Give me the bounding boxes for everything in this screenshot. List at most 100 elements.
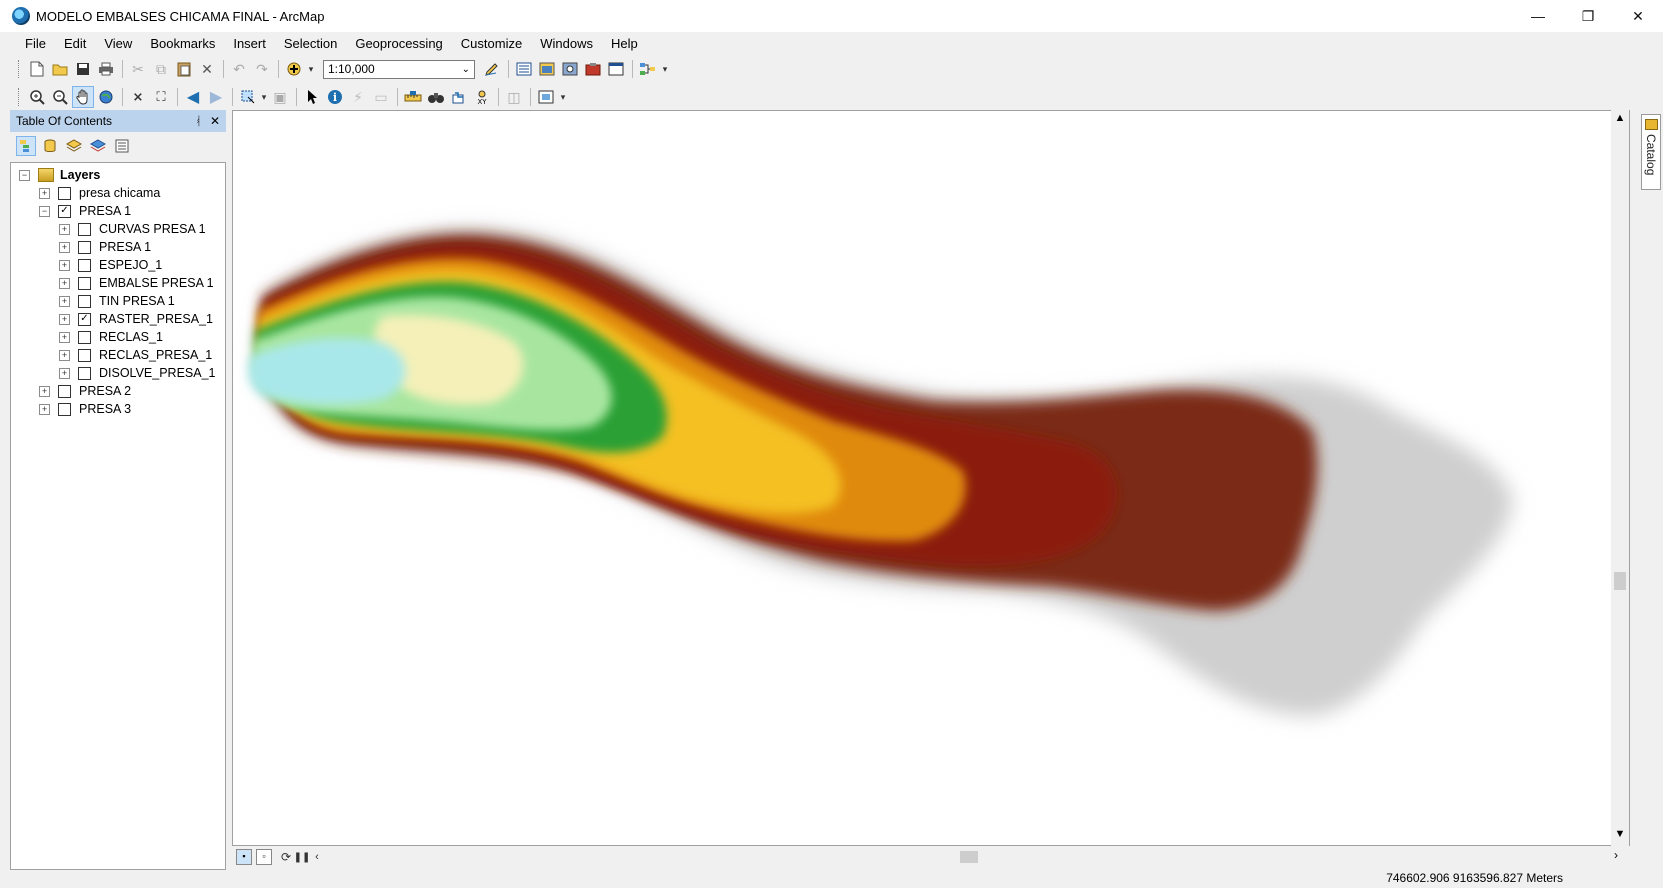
expand-toggle-icon[interactable]: +: [59, 349, 70, 361]
create-viewer-window-icon[interactable]: [535, 86, 557, 108]
redo-icon[interactable]: ↷: [251, 58, 273, 80]
collapse-toggle-icon[interactable]: −: [39, 205, 50, 217]
scroll-left-icon[interactable]: ‹: [310, 846, 324, 868]
pause-drawing-icon[interactable]: ❚❚: [294, 846, 311, 868]
layer-presa-chicama[interactable]: + presa chicama: [39, 184, 160, 202]
toc-options-icon[interactable]: [112, 136, 132, 156]
menu-help[interactable]: Help: [602, 36, 647, 51]
find-binoculars-icon[interactable]: [425, 86, 447, 108]
toolbar-overflow-icon[interactable]: ▾: [660, 58, 670, 80]
toolbar-overflow-icon[interactable]: ▾: [558, 86, 568, 108]
expand-toggle-icon[interactable]: +: [59, 259, 70, 271]
menu-windows[interactable]: Windows: [531, 36, 602, 51]
catalog-window-icon[interactable]: [536, 58, 558, 80]
expand-toggle-icon[interactable]: +: [59, 313, 70, 325]
layout-view-icon[interactable]: ▫: [256, 849, 272, 865]
menu-customize[interactable]: Customize: [452, 36, 531, 51]
hyperlink-icon[interactable]: ⚡: [347, 86, 369, 108]
full-extent-globe-icon[interactable]: [95, 86, 117, 108]
catalog-side-tab[interactable]: Catalog: [1641, 114, 1661, 190]
copy-icon[interactable]: ⧉: [150, 58, 172, 80]
layer-checkbox[interactable]: [78, 348, 91, 362]
expand-toggle-icon[interactable]: +: [59, 223, 70, 235]
expand-toggle-icon[interactable]: +: [39, 385, 50, 397]
layer-checkbox[interactable]: [78, 330, 91, 344]
time-slider-icon[interactable]: ◫: [503, 86, 525, 108]
html-popup-icon[interactable]: ▭: [370, 86, 392, 108]
expand-toggle-icon[interactable]: +: [59, 367, 70, 379]
undo-icon[interactable]: ↶: [228, 58, 250, 80]
scrollbar-thumb[interactable]: [1614, 572, 1626, 590]
list-by-source-icon[interactable]: [40, 136, 60, 156]
cut-icon[interactable]: ✂: [127, 58, 149, 80]
maximize-button[interactable]: ❐: [1563, 0, 1613, 32]
layer-espejo-1[interactable]: + ESPEJO_1: [59, 256, 162, 274]
open-folder-icon[interactable]: [49, 58, 71, 80]
layer-checkbox[interactable]: [78, 366, 91, 380]
scroll-right-icon[interactable]: ›: [1614, 848, 1618, 862]
horizontal-scrollbar-thumb[interactable]: [960, 851, 978, 863]
menu-edit[interactable]: Edit: [55, 36, 95, 51]
scroll-down-icon[interactable]: ▼: [1611, 828, 1629, 844]
layer-checkbox[interactable]: [78, 258, 91, 272]
scroll-up-icon[interactable]: ▲: [1611, 112, 1629, 128]
select-elements-arrow-icon[interactable]: [301, 86, 323, 108]
minimize-button[interactable]: —: [1513, 0, 1563, 32]
layers-root[interactable]: − Layers: [19, 166, 100, 184]
go-to-xy-icon[interactable]: XY: [471, 86, 493, 108]
new-document-icon[interactable]: [26, 58, 48, 80]
select-features-icon[interactable]: [237, 86, 259, 108]
go-forward-arrow-icon[interactable]: ▶: [205, 86, 227, 108]
add-data-icon[interactable]: [283, 58, 305, 80]
layer-checkbox[interactable]: [58, 384, 71, 398]
modelbuilder-icon[interactable]: [637, 58, 659, 80]
menu-geoprocessing[interactable]: Geoprocessing: [346, 36, 451, 51]
list-by-drawing-order-icon[interactable]: [16, 136, 36, 156]
list-by-selection-icon[interactable]: [88, 136, 108, 156]
layer-checkbox[interactable]: [78, 240, 91, 254]
add-data-dropdown-icon[interactable]: ▾: [306, 58, 316, 80]
close-button[interactable]: ✕: [1613, 0, 1663, 32]
layer-checkbox[interactable]: [58, 402, 71, 416]
clear-selection-icon[interactable]: ▣: [269, 86, 291, 108]
list-by-visibility-icon[interactable]: [64, 136, 84, 156]
delete-icon[interactable]: ✕: [196, 58, 218, 80]
menu-selection[interactable]: Selection: [275, 36, 346, 51]
go-back-arrow-icon[interactable]: ◀: [182, 86, 204, 108]
expand-toggle-icon[interactable]: +: [59, 277, 70, 289]
pin-icon[interactable]: ᚮ: [195, 114, 202, 128]
paste-icon[interactable]: [173, 58, 195, 80]
layer-raster-presa-1[interactable]: + ✓ RASTER_PRESA_1: [59, 310, 213, 328]
expand-toggle-icon[interactable]: +: [59, 241, 70, 253]
expand-toggle-icon[interactable]: +: [39, 187, 50, 199]
identify-icon[interactable]: i: [324, 86, 346, 108]
collapse-toggle-icon[interactable]: −: [19, 169, 30, 181]
layer-checkbox[interactable]: [58, 186, 71, 200]
menu-file[interactable]: File: [16, 36, 55, 51]
save-icon[interactable]: [72, 58, 94, 80]
layer-reclas-presa-1[interactable]: + RECLAS_PRESA_1: [59, 346, 212, 364]
expand-toggle-icon[interactable]: +: [59, 295, 70, 307]
layer-disolve-presa-1[interactable]: + DISOLVE_PRESA_1: [59, 364, 216, 382]
menu-bookmarks[interactable]: Bookmarks: [141, 36, 224, 51]
map-view[interactable]: [232, 110, 1630, 846]
layer-checkbox[interactable]: [78, 276, 91, 290]
table-of-contents-icon[interactable]: [513, 58, 535, 80]
map-scale-select[interactable]: 1:10,000 ⌄: [323, 59, 475, 79]
layer-presa-3[interactable]: + PRESA 3: [39, 400, 131, 418]
layer-checkbox[interactable]: [78, 222, 91, 236]
search-window-icon[interactable]: [559, 58, 581, 80]
pan-hand-icon[interactable]: [72, 86, 94, 108]
layer-checkbox[interactable]: ✓: [58, 204, 71, 218]
find-route-icon[interactable]: [448, 86, 470, 108]
measure-icon[interactable]: [402, 86, 424, 108]
layer-reclas-1[interactable]: + RECLAS_1: [59, 328, 163, 346]
zoom-out-icon[interactable]: [49, 86, 71, 108]
toc-close-icon[interactable]: ✕: [210, 114, 220, 128]
toolbar-grip[interactable]: [18, 88, 22, 106]
arctoolbox-icon[interactable]: [582, 58, 604, 80]
layer-curvas-presa-1[interactable]: + CURVAS PRESA 1: [59, 220, 206, 238]
menu-view[interactable]: View: [95, 36, 141, 51]
layer-embalse-presa-1[interactable]: + EMBALSE PRESA 1: [59, 274, 214, 292]
editor-toolbar-icon[interactable]: [481, 58, 503, 80]
